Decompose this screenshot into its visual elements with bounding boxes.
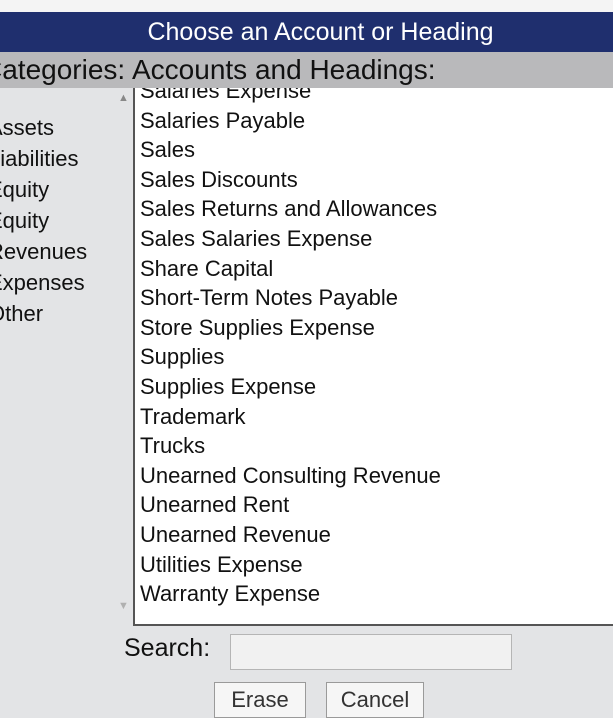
list-item[interactable]: Sales Salaries Expense — [135, 224, 613, 254]
accounts-list[interactable]: Salaries Expense Salaries Payable Sales … — [133, 88, 613, 626]
category-item-liabilities[interactable]: Liabilities — [0, 143, 130, 174]
list-item[interactable]: Supplies Expense — [135, 372, 613, 402]
window-top-strip — [0, 0, 613, 12]
list-item[interactable]: Utilities Expense — [135, 550, 613, 580]
list-item[interactable]: Salaries Expense — [135, 88, 613, 106]
category-item-revenues[interactable]: Revenues — [0, 236, 130, 267]
list-item[interactable]: Short-Term Notes Payable — [135, 283, 613, 313]
scroll-up-arrow-icon[interactable]: ▲ — [118, 92, 129, 104]
list-item[interactable]: Warranty Expense — [135, 579, 613, 609]
list-item[interactable]: Unearned Revenue — [135, 520, 613, 550]
list-item[interactable]: Sales Discounts — [135, 165, 613, 195]
category-item-equity[interactable]: Equity — [0, 174, 130, 205]
list-item[interactable]: Salaries Payable — [135, 106, 613, 136]
column-headers: Categories: Accounts and Headings: — [0, 52, 613, 88]
list-item[interactable]: Unearned Rent — [135, 490, 613, 520]
scroll-down-arrow-icon[interactable]: ▼ — [118, 600, 129, 612]
categories-header: Categories: — [0, 54, 126, 85]
accounts-header: Accounts and Headings: — [132, 54, 436, 85]
list-item[interactable]: Trademark — [135, 402, 613, 432]
list-item[interactable]: Store Supplies Expense — [135, 313, 613, 343]
list-item[interactable]: Sales Returns and Allowances — [135, 194, 613, 224]
dialog-title-bar: Choose an Account or Heading — [0, 12, 613, 53]
search-label: Search: — [124, 634, 211, 662]
list-item[interactable]: Supplies — [135, 342, 613, 372]
list-item[interactable]: Share Capital — [135, 254, 613, 284]
search-input[interactable] — [230, 634, 512, 670]
category-item-assets[interactable]: Assets — [0, 112, 130, 143]
list-item[interactable]: Sales — [135, 135, 613, 165]
category-item-expenses[interactable]: Expenses — [0, 267, 130, 298]
category-item-other[interactable]: Other — [0, 298, 130, 329]
list-item[interactable]: Unearned Consulting Revenue — [135, 461, 613, 491]
cancel-button[interactable]: Cancel — [326, 682, 424, 718]
dialog-title: Choose an Account or Heading — [147, 18, 494, 46]
erase-button[interactable]: Erase — [214, 682, 306, 718]
category-item-equity-2[interactable]: Equity — [0, 205, 130, 236]
categories-list: Assets Liabilities Equity Equity Revenue… — [0, 112, 130, 329]
list-item[interactable]: Trucks — [135, 431, 613, 461]
